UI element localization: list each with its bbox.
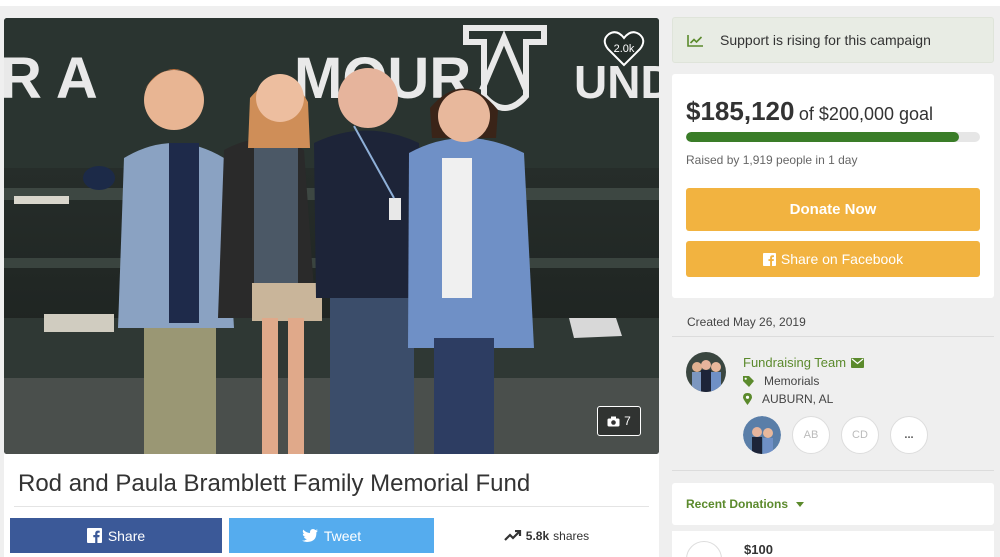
- amount-raised-line: $185,120 of $200,000 goal: [686, 96, 933, 127]
- photo-gallery-button[interactable]: 7: [597, 406, 641, 436]
- caret-down-icon: [796, 501, 805, 507]
- amount-raised: $185,120: [686, 96, 795, 126]
- sign-text-left: R A: [4, 46, 98, 111]
- team-member-initials[interactable]: AB: [792, 416, 830, 454]
- donate-now-button[interactable]: Donate Now: [686, 188, 980, 231]
- page-title: Rod and Paula Bramblett Family Memorial …: [18, 470, 531, 497]
- donation-list: $100: [672, 531, 994, 557]
- trending-up-icon: [504, 529, 521, 541]
- fundraising-team-link[interactable]: Fundraising Team: [743, 355, 865, 370]
- divider: [672, 336, 994, 337]
- recent-donations-header: Recent Donations: [686, 497, 789, 511]
- envelope-icon[interactable]: [851, 357, 865, 368]
- goal-text: of $200,000 goal: [798, 104, 934, 124]
- camera-icon: [607, 416, 620, 426]
- map-pin-icon: [743, 393, 752, 405]
- team-name: Fundraising Team: [743, 355, 847, 370]
- raised-by-text: Raised by 1,919 people in 1 day: [686, 153, 858, 167]
- more-members-button[interactable]: ...: [890, 416, 928, 454]
- facebook-share-button[interactable]: Share: [10, 518, 222, 553]
- campaign-hero-photo[interactable]: R A MOUR UND: [4, 18, 659, 454]
- tag-icon: [743, 375, 754, 387]
- team-location: AUBURN, AL: [743, 392, 833, 406]
- progress-bar-fill: [686, 132, 960, 142]
- hero-photo-illustration: R A MOUR UND: [4, 18, 659, 454]
- support-rising-banner: Support is rising for this campaign: [672, 17, 994, 63]
- team-photo: [686, 352, 726, 392]
- chart-trend-icon: [687, 34, 703, 47]
- share-count: 5.8k shares: [434, 518, 659, 553]
- team-category-text: Memorials: [764, 374, 820, 388]
- created-date: Created May 26, 2019: [687, 315, 806, 329]
- heart-button[interactable]: 2.0k: [603, 30, 645, 68]
- team-location-text: AUBURN, AL: [762, 392, 834, 406]
- team-category: Memorials: [743, 374, 819, 388]
- campaign-page: R A MOUR UND: [0, 0, 1000, 557]
- title-card: Rod and Paula Bramblett Family Memorial …: [4, 454, 659, 557]
- tweet-button[interactable]: Tweet: [229, 518, 434, 553]
- recent-donations-card: Recent Donations: [672, 483, 994, 525]
- divider: [672, 470, 994, 471]
- twitter-icon: [301, 529, 318, 542]
- donation-card: $185,120 of $200,000 goal Raised by 1,91…: [672, 74, 994, 298]
- facebook-icon: [86, 528, 102, 543]
- facebook-share-label: Share: [107, 527, 146, 544]
- team-avatar[interactable]: [686, 352, 726, 392]
- team-member-avatar[interactable]: [743, 416, 781, 454]
- heart-count: 2.0k: [613, 43, 635, 55]
- facebook-icon: [762, 252, 776, 266]
- support-rising-text: Support is rising for this campaign: [720, 32, 931, 48]
- photo-count: 7: [624, 414, 631, 428]
- share-on-facebook-label: Share on Facebook: [780, 251, 904, 267]
- share-on-facebook-button[interactable]: Share on Facebook: [686, 241, 980, 277]
- top-strip: [0, 0, 1000, 6]
- progress-bar: [686, 132, 980, 142]
- share-count-word: shares: [553, 528, 590, 543]
- title-divider: [14, 506, 649, 507]
- recent-donations-toggle[interactable]: Recent Donations: [686, 497, 805, 511]
- tweet-label: Tweet: [323, 527, 362, 544]
- donor-avatar: [686, 541, 722, 557]
- share-count-number: 5.8k: [525, 528, 550, 543]
- member-photo: [743, 416, 781, 454]
- donation-amount: $100: [744, 542, 773, 557]
- team-member-initials[interactable]: CD: [841, 416, 879, 454]
